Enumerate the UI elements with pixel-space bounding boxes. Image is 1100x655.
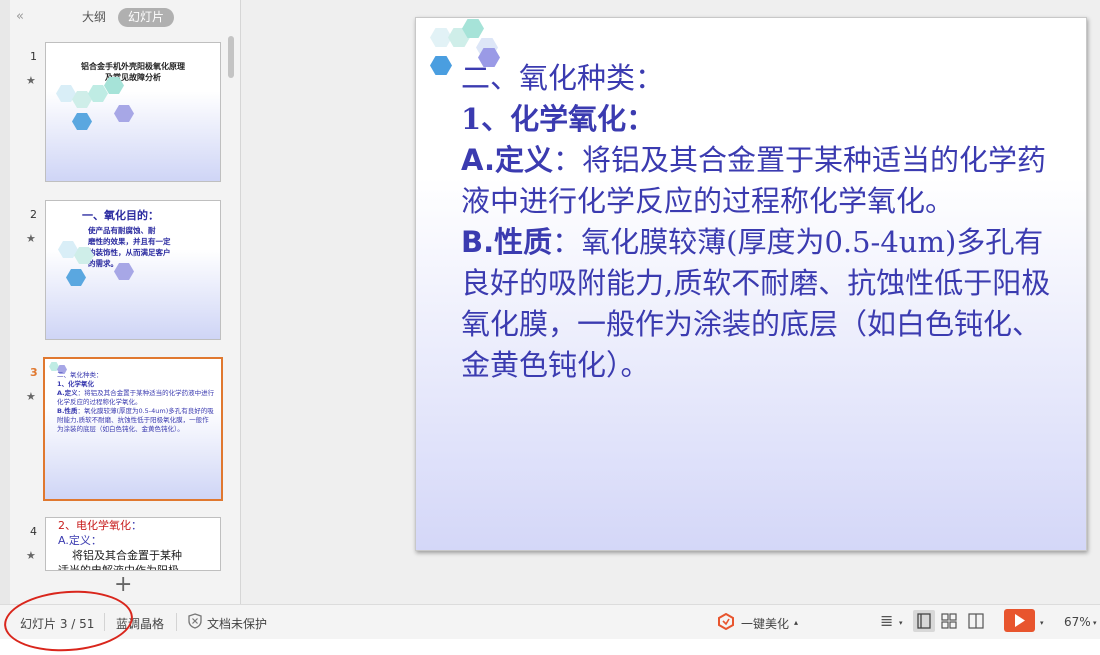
thumbnail-title-colon: ：: [131, 519, 142, 532]
thumbnail-content: 二、氧化种类： 1、化学氧化 A.定义：将铝及其合金置于某种适当的化学药液中进行…: [57, 371, 215, 434]
thumbnail-content: 2、电化学氧化： A.定义： 将铝及其合金置于某种 适当的电解液中作为阳极: [58, 518, 182, 571]
star-icon[interactable]: ★: [26, 232, 36, 245]
thumbnail-number: 1: [30, 50, 37, 63]
thumbnail-line: 适当的电解液中作为阳极: [58, 564, 179, 571]
grid-view-icon[interactable]: [941, 613, 957, 632]
thumbnail-body: 使产品有耐腐蚀、耐 磨性的效果，并且有一定 的装饰性，从而满足客户 的需求。: [88, 226, 171, 268]
slide-canvas: 二、氧化种类： 1、化学氧化： A.定义：将铝及其合金置于某种适当的化学药液中进…: [241, 0, 1100, 604]
dropdown-icon[interactable]: ▾: [899, 619, 903, 627]
tab-outline[interactable]: 大纲: [72, 8, 116, 27]
normal-view-icon[interactable]: [913, 610, 935, 632]
star-icon[interactable]: ★: [26, 74, 36, 87]
thumbnail-property: B.性质：氧化膜较薄(厚度为0.5-4um)多孔有良好的吸附能力,质软不耐磨、抗…: [57, 407, 215, 434]
thumbnail-subheading: 1、化学氧化: [57, 380, 95, 388]
thumbnail-number: 3: [30, 366, 38, 379]
notes-icon[interactable]: ≣: [880, 611, 893, 630]
property-label: B.性质: [461, 225, 553, 259]
star-icon[interactable]: ★: [26, 549, 36, 562]
zoom-level[interactable]: 67%: [1064, 615, 1091, 629]
beautify-button[interactable]: 一键美化: [741, 615, 789, 632]
thumbnail-title: 一、氧化目的：: [82, 209, 159, 222]
slide-definition: A.定义：将铝及其合金置于某种适当的化学药液中进行化学反应的过程称化学氧化。: [461, 140, 1061, 222]
slide-property: B.性质：氧化膜较薄(厚度为0.5-4um)多孔有良好的吸附能力,质软不耐磨、抗…: [461, 222, 1061, 386]
beautify-icon: [718, 612, 734, 633]
thumbnail-title: 铝合金手机外壳阳极氧化原理 及常见故障分析: [81, 62, 185, 82]
chevron-up-icon[interactable]: ▴: [794, 618, 798, 627]
current-slide[interactable]: 二、氧化种类： 1、化学氧化： A.定义：将铝及其合金置于某种适当的化学药液中进…: [415, 17, 1087, 551]
bottom-strip: [0, 639, 1100, 651]
thumbnail-line: A.定义：: [58, 534, 102, 547]
thumbnail-number: 2: [30, 208, 37, 221]
slide-heading: 二、氧化种类：: [461, 61, 665, 95]
collapse-icon[interactable]: «: [16, 9, 24, 24]
star-icon[interactable]: ★: [26, 390, 36, 403]
panel-scrollbar[interactable]: [228, 36, 234, 78]
thumbnail-definition-text: ：将铝及其合金置于某种适当的化学药液中进行化学反应的过程称化学氧化。: [57, 389, 215, 406]
shield-icon: [188, 613, 202, 632]
play-slideshow-button[interactable]: [1004, 609, 1035, 632]
thumbnail-title: 2、电化学氧化: [58, 519, 131, 532]
tab-slides[interactable]: 幻灯片: [118, 8, 175, 27]
hexagon-decoration: [66, 269, 86, 286]
thumbnail-number: 4: [30, 525, 37, 538]
thumbnail-property-label: B.性质: [57, 407, 78, 415]
thumbnail-heading: 二、氧化种类：: [57, 371, 103, 379]
reading-view-icon[interactable]: [968, 613, 984, 632]
slide-body-text: 二、氧化种类： 1、化学氧化： A.定义：将铝及其合金置于某种适当的化学药液中进…: [461, 58, 1061, 386]
protection-status[interactable]: 文档未保护: [207, 615, 267, 632]
hexagon-decoration: [72, 113, 92, 130]
slide-thumbnail-2[interactable]: 一、氧化目的： 使产品有耐腐蚀、耐 磨性的效果，并且有一定 的装饰性，从而满足客…: [45, 200, 221, 340]
zoom-dropdown-icon[interactable]: ▾: [1093, 619, 1097, 627]
slide-thumbnail-4[interactable]: 2、电化学氧化： A.定义： 将铝及其合金置于某种 适当的电解液中作为阳极: [45, 517, 221, 571]
slide-thumbnail-3[interactable]: 二、氧化种类： 1、化学氧化 A.定义：将铝及其合金置于某种适当的化学药液中进行…: [43, 357, 223, 501]
definition-label: A.定义: [461, 143, 553, 177]
thumbnail-definition: A.定义：将铝及其合金置于某种适当的化学药液中进行化学反应的过程称化学氧化。: [57, 389, 215, 407]
status-bar: 幻灯片 3 / 51 蓝调晶格 文档未保护 一键美化 ▴ ≣ ▾ ▾ 67% ▾: [0, 604, 1100, 639]
play-icon: [1015, 614, 1025, 627]
thumbnail-definition-label: A.定义: [57, 389, 78, 397]
hexagon-decoration: [430, 56, 452, 75]
thumbnail-line: 将铝及其合金置于某种: [72, 549, 182, 562]
slide-subheading: 1、化学氧化：: [461, 102, 656, 136]
dropdown-icon[interactable]: ▾: [1040, 619, 1044, 627]
divider: [176, 613, 177, 631]
slide-thumbnail-1[interactable]: 铝合金手机外壳阳极氧化原理 及常见故障分析: [45, 42, 221, 182]
slide-thumbnail-panel: « 大纲 幻灯片 1 ★ 铝合金手机外壳阳极氧化原理 及常见故障分析 2 ★ 一…: [10, 0, 241, 604]
add-slide-icon[interactable]: +: [114, 572, 132, 597]
hexagon-decoration: [114, 105, 134, 122]
panel-tabs: « 大纲 幻灯片: [10, 6, 240, 30]
thumbnail-property-text: ：氧化膜较薄(厚度为0.5-4um)多孔有良好的吸附能力,质软不耐磨、抗蚀性低于…: [57, 407, 214, 433]
